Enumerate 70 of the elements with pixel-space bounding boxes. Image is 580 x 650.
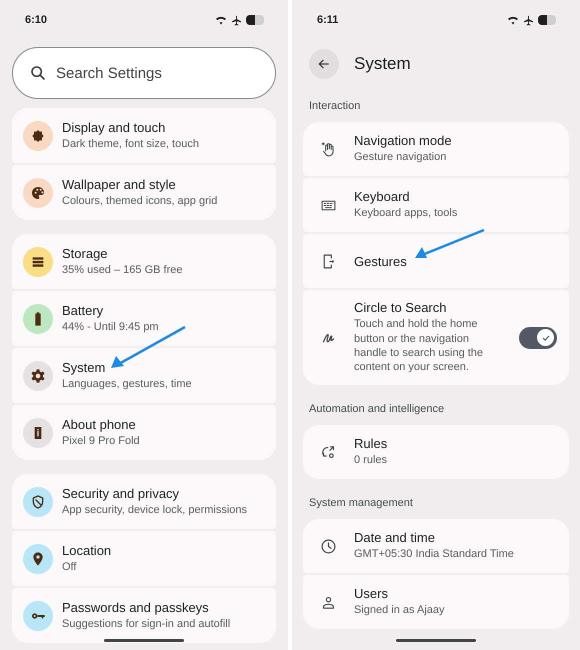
- settings-item[interactable]: About phone Pixel 9 Pro Fold: [12, 405, 276, 460]
- shield-icon: [30, 494, 46, 510]
- item-subtitle: Gesture navigation: [354, 150, 448, 165]
- settings-item[interactable]: Keyboard Keyboard apps, tools: [303, 178, 569, 232]
- item-title: Keyboard: [354, 189, 411, 204]
- item-subtitle: Suggestions for sign-in and autofill: [62, 616, 232, 632]
- item-subtitle: 35% used – 165 GB free: [62, 262, 184, 278]
- settings-item[interactable]: Storage 35% used – 165 GB free: [12, 234, 276, 289]
- settings-item[interactable]: Battery 44% - Until 9:45 pm: [12, 291, 276, 346]
- item-title: Location: [62, 542, 112, 558]
- item-title: Battery: [62, 302, 104, 318]
- settings-item[interactable]: Wallpaper and style Colours, themed icons, app grid: [12, 165, 276, 220]
- item-subtitle: Languages, gestures, time: [62, 376, 193, 392]
- brightness-icon: [30, 128, 46, 144]
- settings-item[interactable]: Passwords and passkeys Suggestions for sign-in and autofill: [12, 588, 276, 643]
- item-title: Display and touch: [62, 120, 166, 135]
- back-arrow-icon: [317, 57, 331, 71]
- clock-icon: [320, 538, 337, 554]
- rules-icon: [320, 444, 337, 460]
- item-subtitle: Colours, themed icons, app grid: [62, 194, 218, 208]
- toggle-switch[interactable]: [519, 326, 557, 348]
- item-title: Security and privacy: [62, 486, 180, 501]
- item-subtitle: Signed in as Ajaay: [354, 603, 446, 618]
- item-subtitle: 0 rules: [354, 453, 388, 468]
- section-label: System management: [308, 496, 414, 511]
- section-label: Automation and intelligence: [308, 402, 446, 417]
- search-icon: [30, 65, 46, 81]
- status-time: 6:11: [317, 14, 338, 26]
- back-button[interactable]: [309, 49, 339, 79]
- search-field[interactable]: Search Settings: [12, 47, 276, 99]
- item-title: About phone: [62, 416, 137, 432]
- status-time: 6:10: [25, 14, 48, 26]
- settings-item[interactable]: Circle to Search Touch and hold the home button or the navigation handle to search using the content on your screen.: [303, 290, 569, 385]
- item-title: Passwords and passkeys: [62, 600, 210, 615]
- item-title: Users: [354, 586, 389, 602]
- gear-icon: [30, 368, 46, 384]
- wifi-icon: [215, 15, 227, 25]
- item-subtitle: 44% - Until 9:45 pm: [62, 320, 160, 334]
- settings-item[interactable]: Display and touch Dark theme, font size, touch: [12, 108, 276, 163]
- item-title: System: [62, 360, 106, 375]
- section-label: Interaction: [308, 99, 362, 114]
- item-title: Storage: [62, 246, 109, 261]
- settings-item[interactable]: Navigation mode Gesture navigation: [303, 122, 569, 176]
- settings-item[interactable]: Security and privacy App security, device lock, permissions: [12, 474, 276, 529]
- item-subtitle: Keyboard apps, tools: [354, 206, 458, 221]
- settings-item[interactable]: Users Signed in as Ajaay: [303, 575, 569, 629]
- item-subtitle: App security, device lock, permissions: [62, 502, 248, 518]
- item-title: Circle to Search: [354, 300, 448, 316]
- item-title: Navigation mode: [354, 133, 453, 148]
- item-subtitle: Dark theme, font size, touch: [62, 136, 200, 152]
- wifi-icon: [507, 15, 519, 25]
- battery-icon: [538, 15, 556, 25]
- settings-item[interactable]: Date and time GMT+05:30 India Standard Time: [303, 519, 569, 573]
- item-title: Rules: [354, 436, 388, 452]
- item-title: Wallpaper and style: [62, 176, 177, 192]
- airplane-icon: [231, 14, 242, 26]
- item-subtitle: GMT+05:30 India Standard Time: [354, 547, 515, 562]
- page-title: System: [354, 54, 411, 74]
- settings-item[interactable]: Gestures: [303, 234, 569, 288]
- settings-item[interactable]: Rules 0 rules: [303, 425, 569, 479]
- airplane-icon: [523, 14, 534, 26]
- item-subtitle: Touch and hold the home button or the navigation handle to search using the content on your screen.: [354, 317, 484, 375]
- settings-item[interactable]: System Languages, gestures, time: [12, 348, 276, 403]
- settings-item[interactable]: Location Off: [12, 531, 276, 586]
- item-title: Gestures: [354, 254, 408, 268]
- item-subtitle: Pixel 9 Pro Fold: [62, 434, 141, 448]
- item-title: Date and time: [354, 530, 436, 546]
- palette-icon: [30, 184, 46, 200]
- item-subtitle: Off: [62, 560, 78, 574]
- battery-icon: [246, 15, 264, 25]
